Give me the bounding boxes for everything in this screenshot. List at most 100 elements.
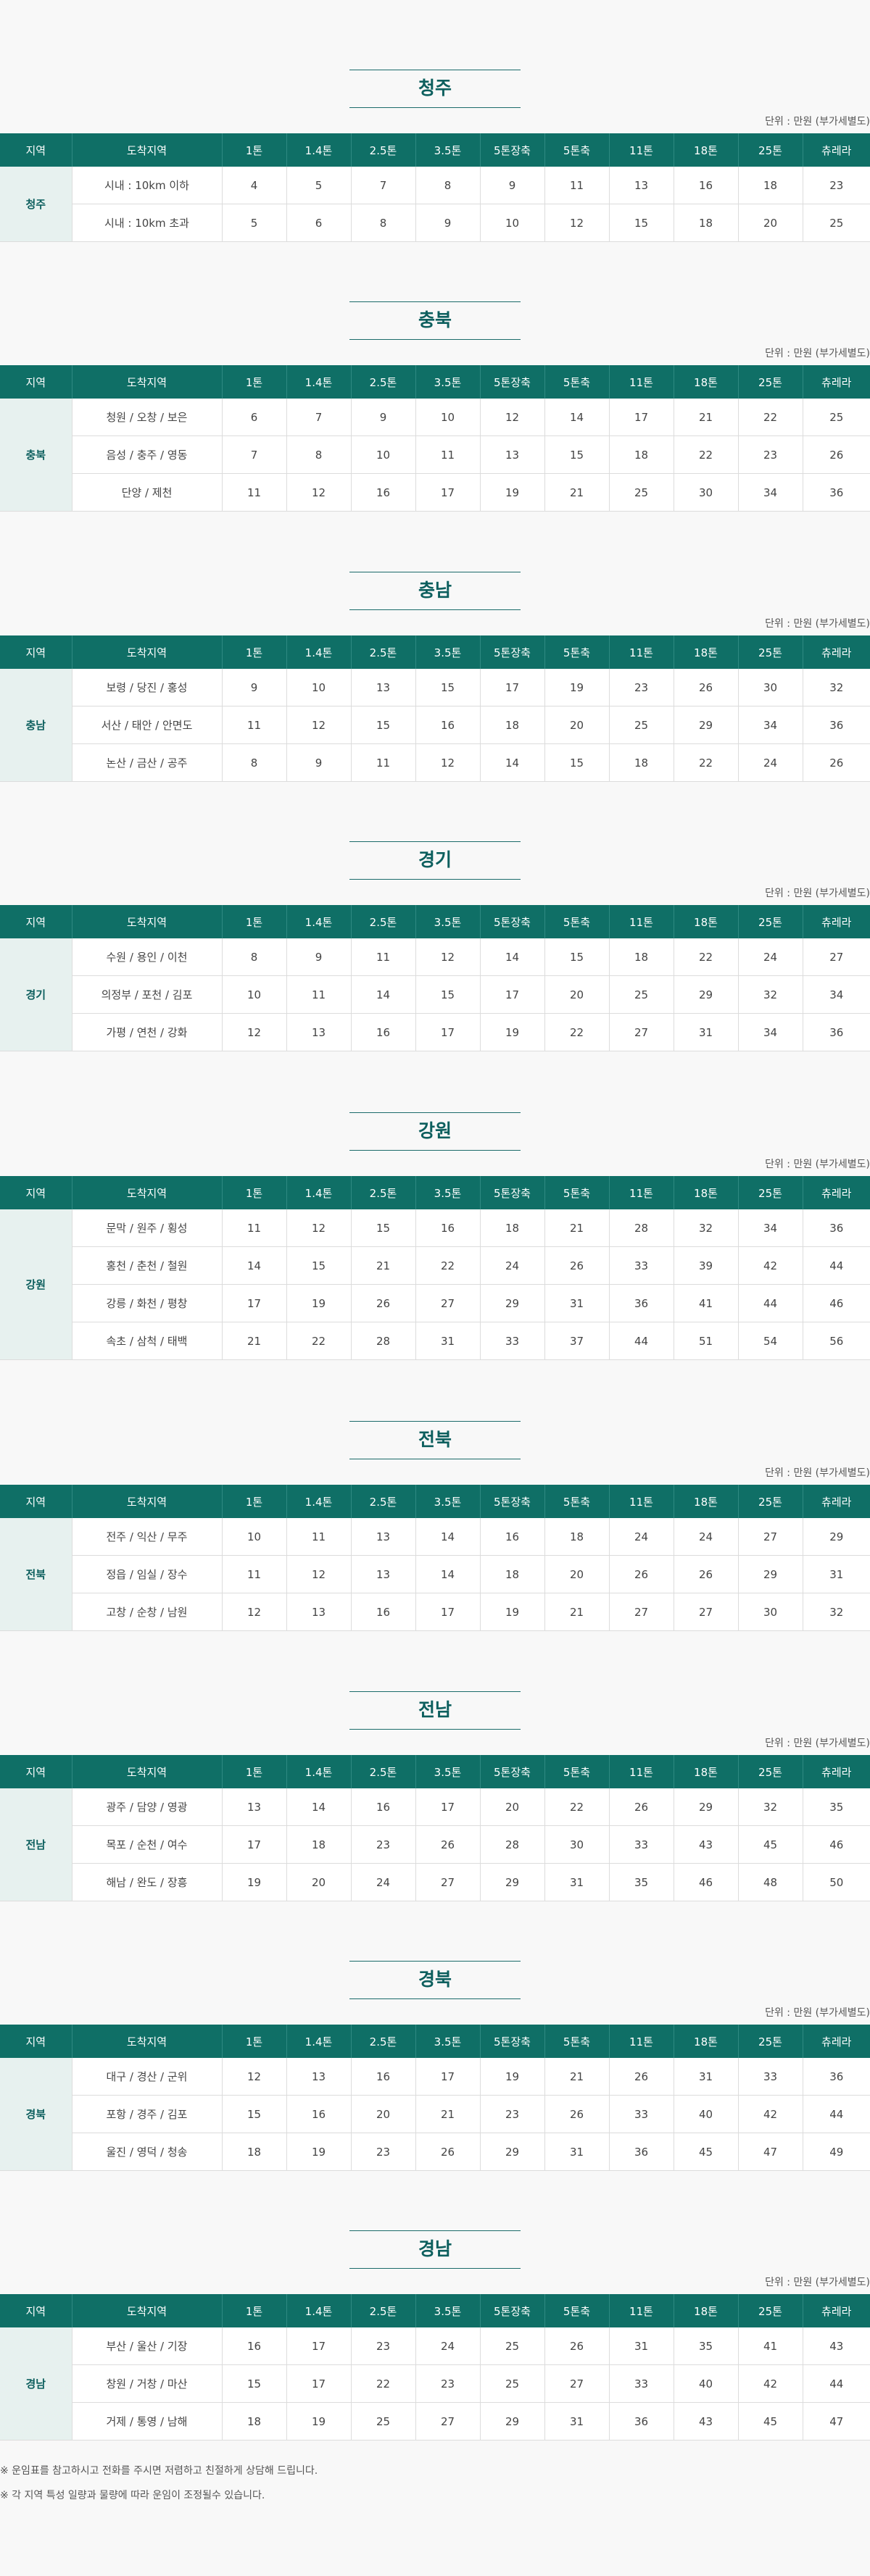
rate-cell: 17	[609, 399, 674, 436]
rate-cell: 12	[222, 1593, 287, 1631]
rate-cell: 13	[286, 1013, 352, 1051]
rate-table: 지역 도착지역 1톤 1.4톤 2.5톤 3.5톤 5톤장축 5톤축 11톤 18톤 25톤 츄레라 경…	[0, 2294, 870, 2440]
rate-cell: 31	[415, 1322, 481, 1360]
rate-cell: 12	[415, 743, 481, 782]
rate-cell: 47	[803, 2402, 870, 2440]
column-header: 지역	[0, 1485, 72, 1518]
table-row: 속초 / 삼척 / 태백 21 22 28 31 33 37 44 51 54 56	[0, 1322, 870, 1360]
rate-cell: 43	[803, 2327, 870, 2365]
section-title: 충북	[418, 309, 452, 330]
rate-cell: 27	[544, 2364, 610, 2403]
region-cell: 경북	[0, 2058, 72, 2171]
rate-cell: 21	[544, 2058, 610, 2096]
section-heading: 전북	[0, 1421, 870, 1459]
rate-table: 지역 도착지역 1톤 1.4톤 2.5톤 3.5톤 5톤장축 5톤축 11톤 18톤 25톤 츄레라 전…	[0, 1485, 870, 1631]
rate-cell: 36	[609, 2402, 674, 2440]
column-header: 1톤	[222, 133, 287, 167]
rate-cell: 25	[609, 473, 674, 512]
table-row: 포항 / 경주 / 김포 15 16 20 21 23 26 33 40 42 44	[0, 2095, 870, 2133]
rate-cell: 13	[286, 1593, 352, 1631]
column-header: 도착지역	[72, 2294, 223, 2327]
rate-cell: 29	[480, 1863, 545, 1901]
rate-cell: 49	[803, 2133, 870, 2171]
rate-cell: 25	[480, 2364, 545, 2403]
rate-cell: 19	[286, 2402, 352, 2440]
column-header: 5톤축	[544, 635, 610, 669]
column-header: 1.4톤	[286, 133, 352, 167]
rate-cell: 26	[674, 1555, 739, 1593]
column-header: 11톤	[609, 1176, 674, 1209]
destination-cell: 창원 / 거창 / 마산	[72, 2364, 223, 2403]
table-header-row: 지역 도착지역 1톤 1.4톤 2.5톤 3.5톤 5톤장축 5톤축 11톤 18톤 25톤 츄레라	[0, 1755, 870, 1788]
rate-cell: 8	[222, 938, 287, 976]
rate-cell: 26	[674, 669, 739, 706]
region-cell: 경남	[0, 2327, 72, 2440]
column-header: 도착지역	[72, 133, 223, 167]
rate-cell: 22	[738, 399, 803, 436]
rate-cell: 17	[415, 1788, 481, 1826]
rate-cell: 17	[415, 473, 481, 512]
rate-cell: 33	[738, 2058, 803, 2096]
rate-cell: 7	[222, 435, 287, 474]
rate-cell: 39	[674, 1246, 739, 1285]
column-header: 1.4톤	[286, 365, 352, 399]
column-header: 5톤축	[544, 365, 610, 399]
rate-cell: 35	[803, 1788, 870, 1826]
rate-cell: 21	[544, 1209, 610, 1247]
rate-cell: 22	[674, 743, 739, 782]
rate-cell: 42	[738, 2364, 803, 2403]
rate-cell: 16	[351, 473, 416, 512]
column-header: 지역	[0, 2025, 72, 2058]
rate-cell: 30	[738, 669, 803, 706]
heading-divider	[349, 301, 521, 302]
column-header: 1.4톤	[286, 2025, 352, 2058]
rate-cell: 5	[222, 204, 287, 242]
rate-cell: 27	[609, 1013, 674, 1051]
rate-cell: 29	[480, 1284, 545, 1322]
rate-cell: 23	[480, 2095, 545, 2133]
column-header: 1.4톤	[286, 635, 352, 669]
rate-cell: 9	[286, 938, 352, 976]
region-cell: 전남	[0, 1788, 72, 1901]
destination-cell: 울진 / 영덕 / 청송	[72, 2133, 223, 2171]
column-header: 5톤장축	[480, 905, 545, 938]
rate-cell: 23	[351, 1825, 416, 1864]
column-header: 25톤	[738, 2025, 803, 2058]
rate-cell: 14	[544, 399, 610, 436]
rate-cell: 9	[480, 167, 545, 204]
rate-cell: 32	[803, 1593, 870, 1631]
rate-cell: 44	[609, 1322, 674, 1360]
rate-cell: 12	[544, 204, 610, 242]
rate-cell: 16	[480, 1518, 545, 1556]
rate-cell: 44	[803, 2095, 870, 2133]
destination-cell: 거제 / 통영 / 남해	[72, 2402, 223, 2440]
rate-cell: 25	[803, 399, 870, 436]
rate-cell: 26	[609, 1788, 674, 1826]
column-header: 도착지역	[72, 1755, 223, 1788]
rate-cell: 9	[222, 669, 287, 706]
column-header: 3.5톤	[415, 635, 481, 669]
rate-cell: 15	[222, 2364, 287, 2403]
table-header-row: 지역 도착지역 1톤 1.4톤 2.5톤 3.5톤 5톤장축 5톤축 11톤 18톤 25톤 츄레라	[0, 365, 870, 399]
column-header: 1.4톤	[286, 1755, 352, 1788]
unit-label: 단위 : 만원 (부가세별도)	[765, 888, 870, 899]
rate-cell: 27	[609, 1593, 674, 1631]
rate-cell: 15	[415, 669, 481, 706]
rate-cell: 28	[609, 1209, 674, 1247]
destination-cell: 정읍 / 임실 / 장수	[72, 1555, 223, 1593]
rate-cell: 24	[674, 1518, 739, 1556]
column-header: 5톤장축	[480, 1176, 545, 1209]
rate-cell: 32	[738, 975, 803, 1014]
column-header: 지역	[0, 365, 72, 399]
heading-divider	[349, 609, 521, 610]
rate-cell: 17	[480, 975, 545, 1014]
rate-cell: 15	[351, 1209, 416, 1247]
column-header: 5톤장축	[480, 365, 545, 399]
column-header: 18톤	[674, 1485, 739, 1518]
rate-cell: 11	[286, 1518, 352, 1556]
rate-cell: 23	[609, 669, 674, 706]
section-heading: 충남	[0, 572, 870, 610]
rate-table: 지역 도착지역 1톤 1.4톤 2.5톤 3.5톤 5톤장축 5톤축 11톤 18톤 25톤 츄레라 전…	[0, 1755, 870, 1901]
rate-cell: 34	[738, 473, 803, 512]
rate-cell: 18	[480, 1555, 545, 1593]
